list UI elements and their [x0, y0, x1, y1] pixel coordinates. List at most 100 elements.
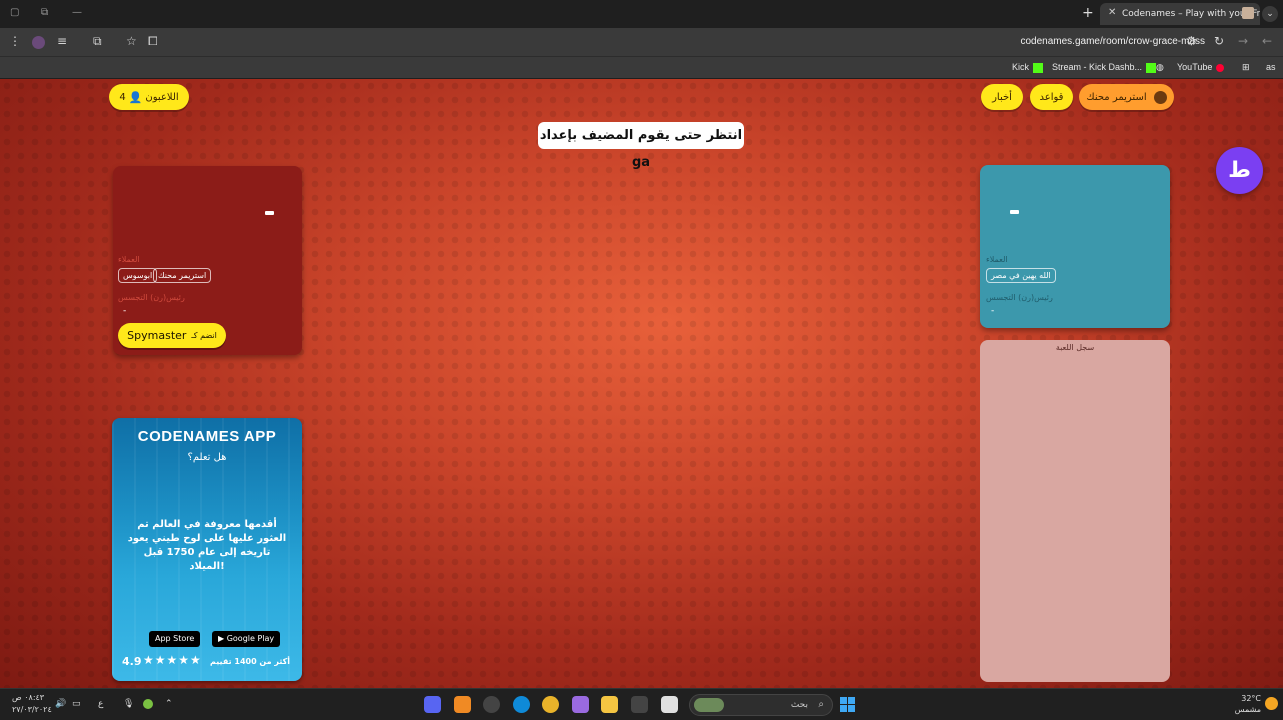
browser-toolbar: ⋮ ≡ ⧉ ☆ ⧠ codenames.game/room/crow-grace…: [0, 28, 1283, 56]
bookmark-youtube[interactable]: YouTube: [1177, 62, 1225, 72]
blue-operatives-label: العملاء: [986, 255, 1008, 264]
google-play-label: Google Play: [226, 634, 275, 643]
players-count: 4: [119, 91, 126, 103]
red-operative-chip: استريمر محنك: [153, 268, 212, 283]
search-label: بحث: [790, 700, 808, 710]
microphone-icon[interactable]: 🎙: [123, 699, 134, 709]
discord-icon[interactable]: [424, 696, 441, 713]
back-icon[interactable]: ←: [1262, 34, 1272, 48]
tray-chevron-icon[interactable]: ⌃: [165, 699, 173, 709]
blue-team-panel: العملاء الله يهين في مصر رئيس(رن) التجسس…: [980, 165, 1170, 328]
blue-spymaster-value: -: [991, 306, 995, 316]
profile-avatar[interactable]: [32, 36, 45, 49]
menu-dots-icon[interactable]: ⋮: [9, 34, 21, 48]
taskview-icon[interactable]: [661, 696, 678, 713]
tab-title: Codenames – Play with your Fr: [1122, 9, 1260, 19]
ad-rating: 4.9: [122, 655, 142, 668]
volume-icon[interactable]: 🔊: [55, 699, 66, 709]
weather-temp: 32°C: [1241, 694, 1261, 703]
game-log-title: سجل اللعبة: [1055, 343, 1095, 352]
app-icon[interactable]: ▢: [10, 7, 19, 18]
rules-button[interactable]: قواعد: [1030, 84, 1073, 110]
ad-body: أقدمها معروفة في العالم تم العثور عليها …: [127, 519, 287, 572]
browser-tab-bar: ▢ ⧉ — + ✕ Codenames – Play with your Fr …: [0, 0, 1283, 28]
youtube-icon: [1216, 63, 1225, 72]
bookmark-label: Stream - Kick Dashb...: [1052, 62, 1143, 72]
players-label: اللاعبون: [145, 91, 179, 103]
reload-icon[interactable]: ↻: [1214, 34, 1224, 48]
extension-badge-icon[interactable]: ط: [1216, 147, 1263, 194]
nickname-label: استريمر محنك: [1086, 91, 1147, 103]
bookmark-star-icon[interactable]: ☆: [126, 34, 137, 48]
share-icon[interactable]: ⧠: [148, 34, 158, 49]
chrome-icon[interactable]: [542, 696, 559, 713]
apps-grid-icon[interactable]: ⊞: [1242, 62, 1250, 73]
app-store-label: App Store: [155, 634, 195, 643]
blue-operative-chip: الله يهين في مصر: [986, 268, 1056, 283]
app-store-button[interactable]: App Store: [149, 631, 201, 647]
rating-stars-icon: ★★★★★: [143, 653, 202, 667]
extensions-icon[interactable]: ⧉: [93, 34, 102, 49]
globe-icon: ◍: [1156, 62, 1164, 72]
store-icon[interactable]: [631, 696, 648, 713]
ad-reviews: أكثر من 1400 تقييم: [210, 657, 290, 666]
kick-icon: [1033, 62, 1044, 73]
copilot-icon[interactable]: [572, 696, 589, 713]
forward-icon[interactable]: →: [1238, 34, 1248, 48]
sun-icon: [1265, 697, 1278, 710]
network-icon[interactable]: ▭: [72, 699, 81, 709]
blue-team-score: [1010, 210, 1019, 214]
news-button[interactable]: أخبار: [981, 84, 1023, 110]
red-operative-chip: ابوسوس: [118, 268, 158, 283]
waiting-message: انتظر حتى يقوم المضيف بإعداد ga: [538, 122, 744, 170]
tab-list-button[interactable]: ⌄: [1262, 6, 1278, 22]
windows-taskbar: ٠٨:٤٣ ص ٢٧/٠٣/٢٠٢٤ 🔊 ▭ ع 🎙 ⌃ بحث ⌕ 32°C …: [0, 688, 1283, 720]
rules-label: قواعد: [1039, 91, 1064, 103]
tab-search-icon[interactable]: ⧉: [41, 7, 48, 18]
reading-list-icon[interactable]: ≡: [57, 34, 67, 48]
clock[interactable]: ٠٨:٤٣ ص ٢٧/٠٣/٢٠٢٤: [12, 692, 52, 716]
players-button[interactable]: 4 👤 اللاعبون: [109, 84, 189, 110]
bookmark-kick-dashboard[interactable]: Stream - Kick Dashb...: [1052, 62, 1157, 73]
blue-spymaster-label: رئيس(رن) التجسس: [986, 293, 1053, 302]
red-team-score: [265, 211, 274, 215]
google-play-button[interactable]: ▶ Google Play: [212, 631, 281, 647]
game-log-panel[interactable]: سجل اللعبة: [980, 340, 1170, 682]
app-promo-ad[interactable]: CODENAMES APP هل تعلم؟ أقدمها معروفة في …: [112, 418, 302, 681]
language-indicator[interactable]: ع: [98, 699, 103, 709]
weather-widget[interactable]: 32°C مشمس: [1235, 693, 1261, 715]
close-tab-icon[interactable]: ✕: [1108, 7, 1116, 18]
site-settings-icon[interactable]: ⚙: [1186, 34, 1197, 48]
join-spymaster-button[interactable]: Spymaster انضم كـ: [118, 323, 226, 348]
bookmark-label: YouTube: [1177, 62, 1213, 72]
active-tab[interactable]: ✕ Codenames – Play with your Fr: [1100, 3, 1260, 25]
weather-desc: مشمس: [1234, 705, 1261, 714]
red-team-panel: العملاء استريمر محنك ابوسوس رئيس(رن) الت…: [113, 166, 302, 355]
news-label: أخبار: [992, 91, 1012, 103]
tray-app-icon[interactable]: [143, 699, 153, 709]
bookmark-kick[interactable]: Kick: [1012, 62, 1044, 73]
tab-favicon-icon: [1242, 7, 1254, 19]
minimize-icon[interactable]: —: [72, 7, 82, 18]
game-board: 4 👤 اللاعبون أخبار قواعد استريمر محنك ان…: [0, 79, 1283, 688]
edge-icon[interactable]: [513, 696, 530, 713]
profile-badge[interactable]: as: [1266, 62, 1276, 72]
red-operatives-label: العملاء: [118, 255, 140, 264]
join-button-prefix: انضم كـ: [191, 331, 217, 340]
clock-time: ٠٨:٤٣ ص: [12, 693, 45, 702]
red-spymaster-label: رئيس(رن) التجسس: [118, 293, 185, 302]
obs-icon[interactable]: [483, 696, 500, 713]
nickname-button[interactable]: استريمر محنك: [1079, 84, 1174, 110]
new-tab-button[interactable]: +: [1082, 5, 1094, 21]
app-a-icon[interactable]: [454, 696, 471, 713]
windows-start-icon[interactable]: [840, 697, 855, 712]
bookmarks-bar: Kick Stream - Kick Dashb... ◍ YouTube ⊞ …: [0, 56, 1283, 78]
ad-title: CODENAMES APP: [137, 428, 277, 445]
taskbar-search[interactable]: بحث ⌕: [689, 694, 833, 716]
address-bar[interactable]: codenames.game/room/crow-grace-mass: [1020, 36, 1205, 47]
red-spymaster-value: -: [123, 306, 127, 316]
search-icon: ⌕: [818, 699, 824, 710]
search-highlight-image: [694, 698, 724, 712]
file-explorer-icon[interactable]: [601, 696, 618, 713]
bookmark-label: Kick: [1012, 62, 1030, 72]
